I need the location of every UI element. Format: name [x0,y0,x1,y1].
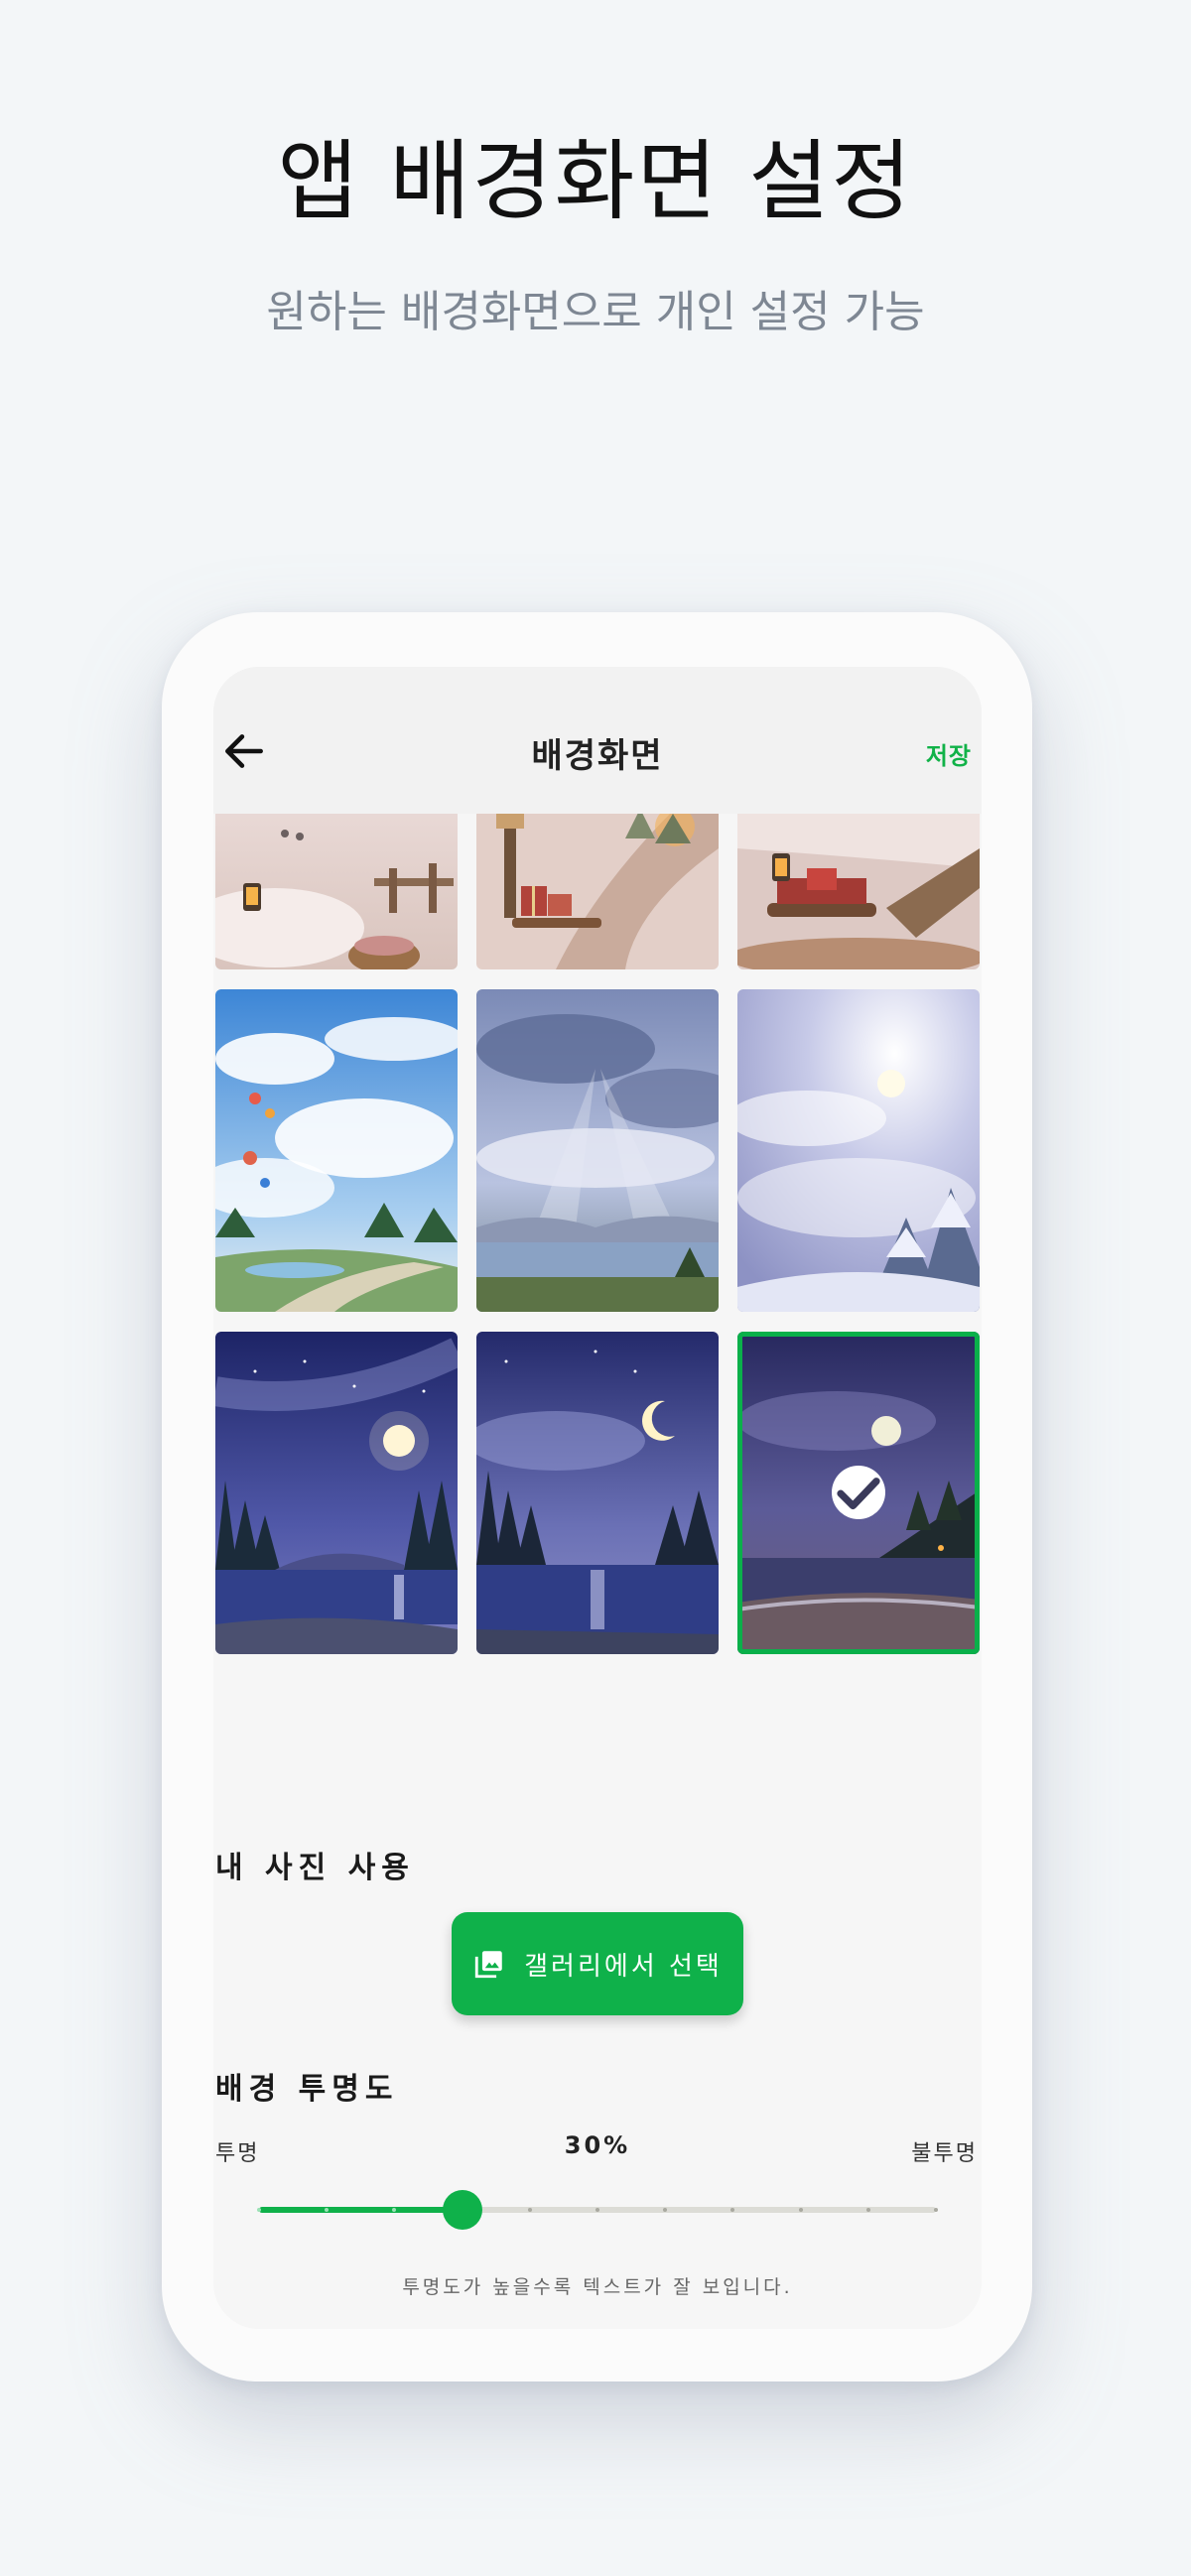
hero-title: 앱 배경화면 설정 [277,130,914,232]
wallpaper-tile[interactable] [476,809,719,969]
slider-tick [596,2208,599,2212]
slider-tick [663,2208,667,2212]
hero-subtitle: 원하는 배경화면으로 개인 설정 가능 [266,287,925,337]
wallpaper-tile[interactable] [737,989,980,1312]
check-icon [832,1466,885,1519]
gallery-select-button[interactable]: 갤러리에서 선택 [452,1912,743,2015]
slider-tick [866,2208,870,2212]
slider-tick [799,2208,803,2212]
gallery-button-label: 갤러리에서 선택 [524,1951,723,1982]
app-bar-title: 배경화면 [531,736,664,776]
wallpaper-tile[interactable] [215,989,458,1312]
slider-tick [528,2208,532,2212]
app-bar: 배경화면 저장 [213,667,982,814]
my-photo-section-title: 내 사진 사용 [215,1851,415,1885]
opacity-value-label: 30% [564,2131,631,2159]
slider-tick [392,2208,396,2212]
opacity-max-label: 불투명 [911,2141,978,2166]
opacity-slider[interactable] [257,2190,938,2230]
slider-thumb[interactable] [443,2190,482,2230]
wallpaper-tile[interactable] [476,989,719,1312]
opacity-section-title: 배경 투명도 [215,2072,399,2107]
slider-tick [325,2208,329,2212]
wallpaper-tile[interactable] [215,1332,458,1654]
wallpaper-tile[interactable] [737,809,980,969]
slider-tick [257,2208,261,2212]
slider-tick [730,2208,734,2212]
wallpaper-tile-selected[interactable] [737,1332,980,1654]
wallpaper-tile[interactable] [476,1332,719,1654]
wallpaper-tile[interactable] [215,809,458,969]
save-button[interactable]: 저장 [926,736,972,771]
opacity-hint: 투명도가 높을수록 텍스트가 잘 보입니다. [402,2276,793,2298]
phone-screen: 배경화면 저장 내 사진 사용 갤러리에서 선택 배경 투명도 투명 30% 불… [213,667,982,2329]
wallpaper-grid [213,667,982,1709]
slider-track-fill [259,2207,463,2213]
image-icon [474,1951,502,1979]
slider-tick [934,2208,938,2212]
phone-frame: 배경화면 저장 내 사진 사용 갤러리에서 선택 배경 투명도 투명 30% 불… [162,612,1032,2382]
